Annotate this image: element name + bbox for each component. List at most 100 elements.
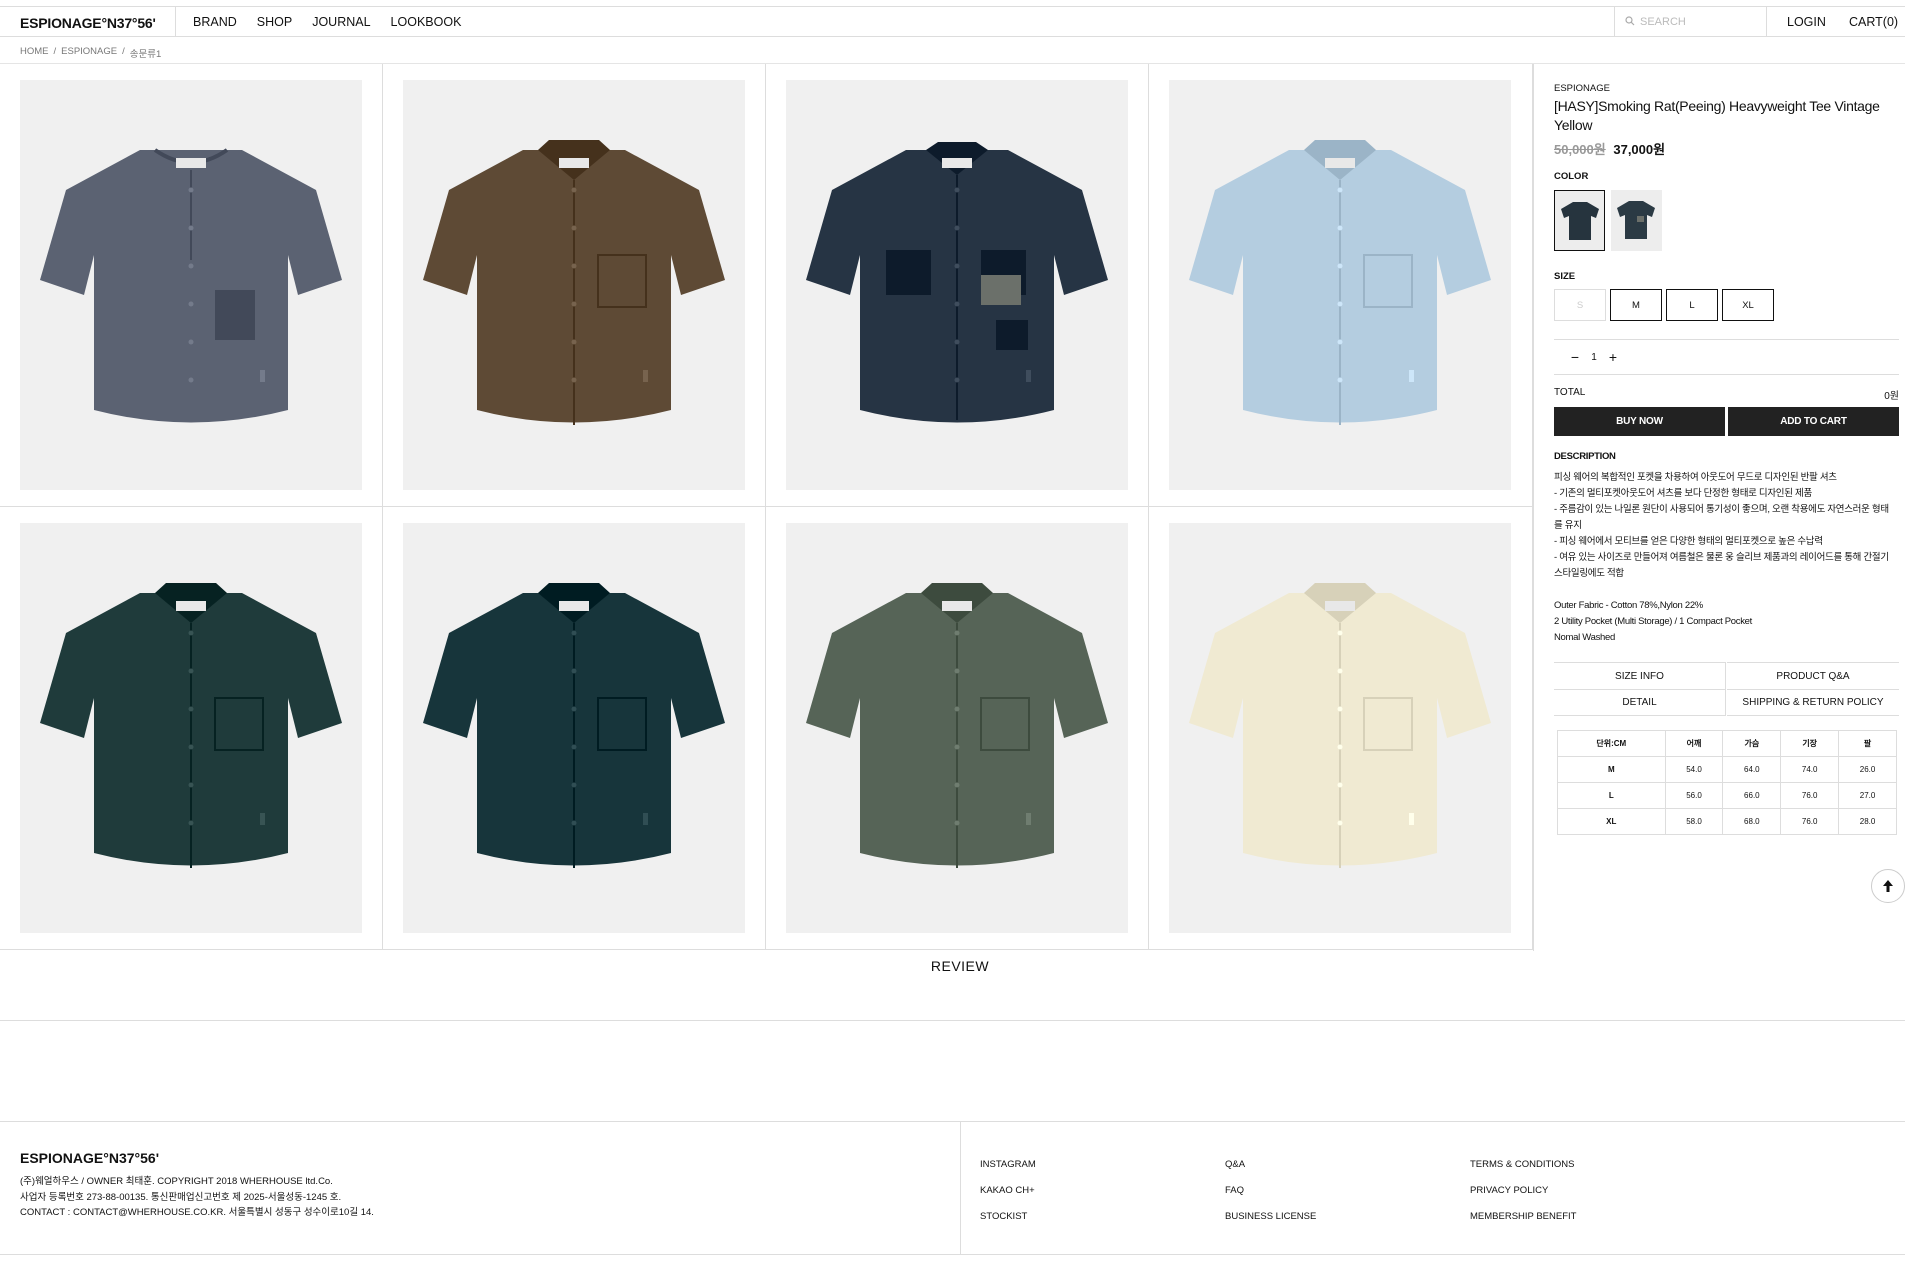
scroll-to-top-button[interactable] [1871, 869, 1905, 903]
product-image[interactable] [786, 80, 1128, 490]
breadcrumb-home[interactable]: HOME [20, 46, 49, 60]
size-table: 단위:CM 어깨 가슴 기장 팔 M 54.0 64.0 74.0 26.0 L… [1557, 730, 1897, 835]
table-cell: 28.0 [1838, 808, 1897, 835]
total-label: TOTAL [1554, 387, 1586, 398]
shirt-illustration [806, 583, 1108, 868]
nav-journal[interactable]: JOURNAL [312, 15, 370, 29]
table-cell: 26.0 [1838, 756, 1897, 783]
quantity-stepper: − 1 + [1566, 349, 1622, 365]
breadcrumb-separator: / [53, 46, 57, 57]
footer-link-stockist[interactable]: STOCKIST [980, 1204, 1036, 1230]
footer-link-business-license[interactable]: BUSINESS LICENSE [1225, 1204, 1316, 1230]
table-cell: 66.0 [1722, 782, 1782, 809]
product-image[interactable] [786, 523, 1128, 933]
product-image[interactable] [1169, 523, 1511, 933]
panel-divider [1533, 64, 1534, 951]
footer-link-kakao[interactable]: KAKAO CH+ [980, 1178, 1036, 1204]
nav-shop[interactable]: SHOP [257, 15, 292, 29]
company-info-line: 사업자 등록번호 273-88-00135. 통신판매업신고번호 제 2025-… [20, 1191, 342, 1203]
gallery-cell [0, 64, 383, 507]
quantity-value[interactable]: 1 [1584, 352, 1604, 363]
description-line: - 기존의 멀티포켓아웃도어 셔츠를 보다 단정한 형태로 디자인된 제품 [1554, 488, 1812, 499]
shirt-illustration [806, 142, 1108, 423]
table-header: 기장 [1780, 730, 1840, 757]
nav-brand[interactable]: BRAND [193, 15, 237, 29]
tab-shipping-return[interactable]: SHIPPING & RETURN POLICY [1727, 689, 1899, 716]
product-brand[interactable]: ESPIONAGE [1554, 83, 1610, 94]
size-option-l[interactable]: L [1666, 289, 1718, 321]
add-to-cart-button[interactable]: ADD TO CART [1728, 407, 1899, 436]
footer-link-qa[interactable]: Q&A [1225, 1152, 1316, 1178]
tab-product-qa[interactable]: PRODUCT Q&A [1727, 662, 1899, 689]
shirt-thumbnail-icon [1561, 202, 1599, 240]
table-cell: XL [1557, 808, 1666, 835]
arrow-up-icon [1883, 880, 1893, 892]
company-info-line: (주)웨얼하우스 / OWNER 최태훈. COPYRIGHT 2018 WHE… [20, 1176, 333, 1187]
table-cell: 27.0 [1838, 782, 1897, 809]
shirt-illustration [1189, 583, 1491, 868]
review-divider [0, 1020, 1905, 1021]
footer-link-instagram[interactable]: INSTAGRAM [980, 1152, 1036, 1178]
color-label: COLOR [1554, 171, 1589, 182]
table-cell: 56.0 [1664, 782, 1724, 809]
size-label: SIZE [1554, 271, 1576, 282]
color-swatch-selected[interactable] [1554, 190, 1605, 251]
product-image[interactable] [403, 80, 745, 490]
breadcrumb: HOME / ESPIONAGE / 송문류1 [20, 46, 161, 60]
size-option-xl[interactable]: XL [1722, 289, 1774, 321]
buy-now-button[interactable]: BUY NOW [1554, 407, 1725, 436]
search-input[interactable] [1640, 13, 1760, 31]
description-line: 스타일링에도 적합 [1554, 568, 1624, 579]
search-icon[interactable] [1625, 16, 1635, 26]
divider [1554, 374, 1899, 375]
divider [1554, 339, 1899, 340]
color-swatch[interactable] [1611, 190, 1662, 251]
table-header: 가슴 [1722, 730, 1782, 757]
product-image[interactable] [403, 523, 745, 933]
main-nav: BRAND SHOP JOURNAL LOOKBOOK [193, 15, 461, 29]
table-row: XL 58.0 68.0 76.0 28.0 [1557, 808, 1897, 835]
shirt-illustration [40, 148, 342, 423]
sale-price: 37,000원 [1613, 142, 1666, 157]
description-line: 피싱 웨어의 복합적인 포켓을 차용하여 아웃도어 무드로 디자인된 반팔 셔츠 [1554, 472, 1837, 483]
product-price: 50,000원 37,000원 [1554, 139, 1665, 158]
gallery-cell [766, 507, 1149, 950]
tab-size-info[interactable]: SIZE INFO [1554, 662, 1726, 689]
description-line: 를 유지 [1554, 520, 1582, 531]
product-title: [HASY]Smoking Rat(Peeing) Heavyweight Te… [1554, 98, 1880, 133]
breadcrumb-espionage[interactable]: ESPIONAGE [61, 46, 117, 60]
table-cell: 64.0 [1722, 756, 1782, 783]
shirt-illustration [40, 583, 342, 868]
table-header: 단위:CM [1557, 730, 1666, 757]
size-option-m[interactable]: M [1610, 289, 1662, 321]
spec-line: 2 Utility Pocket (Multi Storage) / 1 Com… [1554, 616, 1753, 627]
product-image[interactable] [20, 80, 362, 490]
site-logo[interactable]: ESPIONAGE°N37°56' [20, 15, 156, 31]
description-line: - 여유 있는 사이즈로 만들어져 여름철은 물론 웅 슬리브 제품과의 레이어… [1554, 552, 1889, 563]
table-cell: 54.0 [1664, 756, 1724, 783]
footer-logo[interactable]: ESPIONAGE°N37°56' [20, 1150, 159, 1166]
size-option-s[interactable]: S [1554, 289, 1606, 321]
spec-line: Nomal Washed [1554, 632, 1615, 643]
nav-lookbook[interactable]: LOOKBOOK [391, 15, 462, 29]
spec-line: Outer Fabric - Cotton 78%,Nylon 22% [1554, 600, 1703, 611]
table-cell: 76.0 [1780, 782, 1840, 809]
site-header: ESPIONAGE°N37°56' BRAND SHOP JOURNAL LOO… [0, 7, 1905, 37]
login-link[interactable]: LOGIN [1787, 15, 1826, 29]
decrease-button[interactable]: − [1566, 349, 1584, 365]
description-label: DESCRIPTION [1554, 451, 1616, 462]
review-heading[interactable]: REVIEW [0, 958, 1905, 974]
footer-link-faq[interactable]: FAQ [1225, 1178, 1316, 1204]
footer-link-terms[interactable]: TERMS & CONDITIONS [1470, 1152, 1576, 1178]
product-image[interactable] [20, 523, 362, 933]
product-image[interactable] [1169, 80, 1511, 490]
tab-detail[interactable]: DETAIL [1554, 689, 1726, 716]
footer-bottom-border [0, 1254, 1905, 1255]
cart-link[interactable]: CART(0) [1849, 15, 1898, 29]
gallery-cell [383, 507, 766, 950]
footer-link-privacy[interactable]: PRIVACY POLICY [1470, 1178, 1576, 1204]
original-price: 50,000원 [1554, 142, 1606, 157]
footer-link-membership[interactable]: MEMBERSHIP BENEFIT [1470, 1204, 1576, 1230]
increase-button[interactable]: + [1604, 349, 1622, 365]
gallery-cell [1149, 64, 1533, 507]
